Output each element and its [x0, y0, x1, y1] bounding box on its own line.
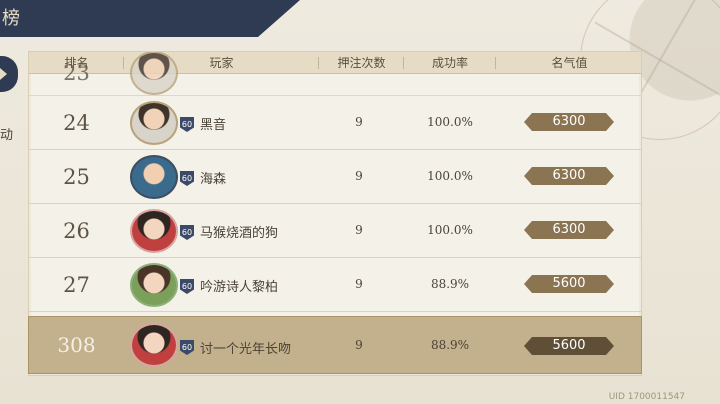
- rank-number: 26: [63, 219, 90, 243]
- my-bet-count: 9: [355, 338, 363, 352]
- bet-count: 9: [355, 169, 363, 183]
- my-success-rate: 88.9%: [430, 338, 470, 352]
- rank-number: 24: [63, 111, 90, 135]
- success-rate: 100.0%: [427, 169, 473, 183]
- player-avatar[interactable]: [130, 155, 178, 199]
- side-menu-label[interactable]: 动: [0, 124, 13, 143]
- fame-badge: 6300: [524, 221, 614, 239]
- table-row[interactable]: 26 60 马猴烧酒的狗 9 100.0% 6300: [29, 204, 641, 258]
- rank-number: 25: [63, 165, 90, 189]
- player-avatar[interactable]: [130, 101, 178, 145]
- player-name: 海森: [200, 172, 227, 187]
- player-avatar[interactable]: [130, 263, 178, 307]
- my-rank-row[interactable]: 308 60 讨一个光年长吻 9 88.9% 5600: [28, 316, 642, 374]
- table-row[interactable]: 23: [29, 52, 641, 96]
- success-rate: 100.0%: [427, 223, 473, 237]
- my-fame-badge: 5600: [524, 337, 614, 355]
- fame-badge: 6300: [524, 167, 614, 185]
- my-player-name: 讨一个光年长吻: [200, 342, 292, 357]
- player-name: 黑音: [200, 118, 227, 133]
- bet-count: 9: [355, 277, 363, 291]
- fame-badge: 5600: [524, 275, 614, 293]
- success-rate: 88.9%: [430, 277, 470, 291]
- player-avatar[interactable]: [130, 209, 178, 253]
- player-name: 吟游诗人黎柏: [200, 280, 279, 295]
- table-row[interactable]: 27 60 吟游诗人黎柏 9 88.9% 5600: [29, 258, 641, 312]
- bet-count: 9: [355, 223, 363, 237]
- table-row[interactable]: 25 60 海森 9 100.0% 6300: [29, 150, 641, 204]
- level-badge: 60: [180, 279, 194, 294]
- my-rank-number: 308: [57, 333, 96, 357]
- table-row[interactable]: 24 60 黑音 9 100.0% 6300: [29, 96, 641, 150]
- user-id: UID 1700011547: [608, 392, 685, 402]
- level-badge: 60: [180, 171, 194, 186]
- player-name: 马猴烧酒的狗: [200, 226, 279, 241]
- rank-number: 23: [63, 61, 90, 85]
- fame-badge: 6300: [524, 113, 614, 131]
- my-avatar[interactable]: [130, 323, 178, 367]
- page-title-tab: 榜: [0, 0, 300, 37]
- level-badge: 60: [180, 117, 194, 132]
- level-badge: 60: [180, 225, 194, 240]
- rank-number: 27: [63, 273, 90, 297]
- page-title: 榜: [2, 8, 20, 29]
- bet-count: 9: [355, 115, 363, 129]
- my-level-badge: 60: [180, 340, 194, 355]
- player-avatar[interactable]: [130, 52, 178, 95]
- success-rate: 100.0%: [427, 115, 473, 129]
